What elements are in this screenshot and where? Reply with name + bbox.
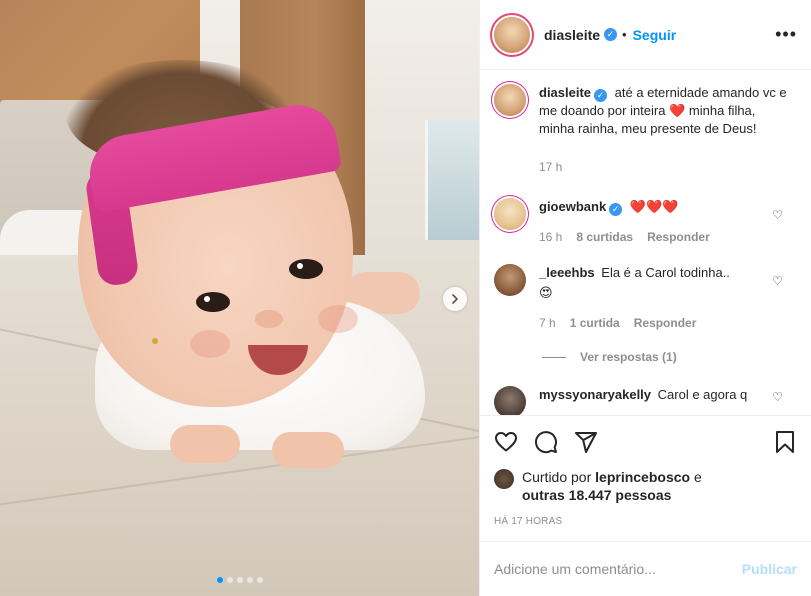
heart-outline-icon[interactable]: ♡	[772, 208, 783, 222]
post-header: diasleite ✓ • Seguir •••	[480, 0, 811, 70]
publish-button[interactable]: Publicar	[742, 561, 797, 577]
reply-button[interactable]: Responder	[634, 314, 697, 332]
baby-cheek	[318, 305, 358, 333]
heart-outline-icon[interactable]: ♡	[772, 390, 783, 404]
baby-nose	[255, 310, 283, 328]
instagram-post-modal: diasleite ✓ • Seguir ••• diasleite ✓ até …	[0, 0, 811, 596]
commenter-avatar[interactable]	[494, 198, 526, 230]
comment-likes[interactable]: 1 curtida	[570, 314, 620, 332]
likes-others[interactable]: outras 18.447 pessoas	[522, 487, 671, 503]
baby-eye	[289, 259, 323, 279]
comment-icon[interactable]	[534, 430, 558, 454]
caption: diasleite ✓ até a eternidade amando vc e …	[494, 84, 797, 176]
separator-dot: •	[622, 27, 627, 42]
commenter-avatar[interactable]	[494, 386, 526, 415]
action-bar	[494, 426, 797, 458]
post-side-panel: diasleite ✓ • Seguir ••• diasleite ✓ até …	[479, 0, 811, 596]
post-actions: Curtido por leprincebosco e outras 18.44…	[480, 415, 811, 541]
heart-outline-icon[interactable]	[494, 430, 518, 454]
likes-conj: e	[693, 469, 702, 485]
comment-text: ❤️❤️❤️	[629, 199, 679, 214]
liker-username[interactable]: leprincebosco	[595, 469, 690, 485]
reply-button[interactable]: Responder	[647, 228, 710, 246]
carousel-dot[interactable]	[246, 577, 253, 583]
comment-time[interactable]: 7 h	[539, 314, 556, 332]
comment-time[interactable]: 16 h	[539, 228, 562, 246]
carousel-dot[interactable]	[216, 577, 223, 583]
baby-eye	[196, 292, 230, 312]
caption-username[interactable]: diasleite	[539, 85, 591, 100]
likes-prefix: Curtido por	[522, 469, 592, 485]
post-timestamp[interactable]: HÁ 17 HORAS	[494, 516, 797, 541]
more-options-icon[interactable]: •••	[775, 24, 797, 45]
comment-item: gioewbank ✓ ❤️❤️❤️ 16 h 8 curtidas Respon…	[494, 198, 797, 246]
commenter-avatar[interactable]	[494, 264, 526, 296]
heart-emoji: ❤️	[669, 103, 686, 118]
share-icon[interactable]	[574, 430, 598, 454]
comment-input[interactable]	[494, 561, 742, 577]
commenter-username[interactable]: myssyonaryakelly	[539, 387, 651, 402]
baby-hand	[272, 432, 344, 468]
baby-cheek	[190, 330, 230, 358]
comment-item: myssyonaryakelly Carol e agora q ♡	[494, 386, 797, 415]
view-replies-button[interactable]: Ver respostas (1)	[542, 350, 797, 364]
post-photo[interactable]	[0, 0, 479, 596]
carousel-dot[interactable]	[236, 577, 243, 583]
likes-summary: Curtido por leprincebosco e outras 18.44…	[494, 468, 797, 504]
verified-badge-icon: ✓	[594, 88, 608, 102]
carousel-dot[interactable]	[256, 577, 263, 583]
comment-text: Carol e agora q	[657, 387, 748, 402]
caption-time[interactable]: 17 h	[539, 158, 562, 176]
carousel-next-button[interactable]	[443, 287, 467, 311]
baby-earring	[152, 338, 158, 344]
bookmark-icon[interactable]	[773, 430, 797, 454]
add-comment-bar: Publicar	[480, 541, 811, 596]
author-avatar[interactable]	[494, 16, 530, 53]
commenter-username[interactable]: gioewbank	[539, 199, 606, 214]
carousel-next-icon	[452, 294, 458, 304]
view-replies-label: Ver respostas (1)	[580, 350, 677, 364]
comment-likes[interactable]: 8 curtidas	[576, 228, 633, 246]
comments-list[interactable]: diasleite ✓ até a eternidade amando vc e …	[480, 70, 811, 415]
heart-outline-icon[interactable]: ♡	[772, 274, 783, 288]
caption-avatar[interactable]	[494, 84, 526, 116]
follow-button[interactable]: Seguir	[633, 27, 677, 43]
commenter-username[interactable]: _leeehbs	[539, 265, 595, 280]
comment-text: Ela é a Carol todinha..	[601, 265, 730, 280]
verified-badge-icon: ✓	[604, 28, 618, 41]
replies-divider	[542, 356, 566, 358]
liker-avatar[interactable]	[494, 469, 514, 489]
photo-window	[425, 120, 479, 240]
baby-hand	[170, 425, 240, 463]
carousel-dots	[0, 577, 479, 583]
comment-item: _leeehbs Ela é a Carol todinha.. 😍 7 h 1…	[494, 264, 797, 332]
verified-badge-icon: ✓	[609, 202, 623, 216]
author-username[interactable]: diasleite	[544, 27, 600, 43]
comment-emoji: 😍	[539, 285, 553, 300]
carousel-dot[interactable]	[226, 577, 233, 583]
